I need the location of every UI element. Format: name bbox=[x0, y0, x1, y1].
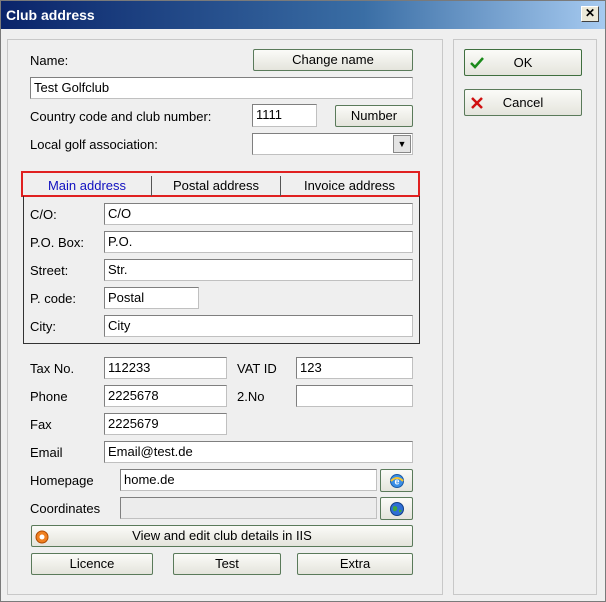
extra-button[interactable]: Extra bbox=[297, 553, 413, 575]
phone-field[interactable]: 2225678 bbox=[104, 385, 227, 407]
svg-text:e: e bbox=[394, 477, 399, 487]
association-label: Local golf association: bbox=[30, 137, 158, 152]
ok-button[interactable]: OK bbox=[464, 49, 582, 76]
map-coordinates-button[interactable] bbox=[380, 497, 413, 520]
coordinates-field bbox=[120, 497, 377, 519]
name-label: Name: bbox=[30, 53, 69, 68]
change-name-button[interactable]: Change name bbox=[253, 49, 413, 71]
tab-postal-address[interactable]: Postal address bbox=[152, 176, 281, 196]
address-tabs: Main address Postal address Invoice addr… bbox=[21, 171, 420, 197]
name-field[interactable]: Test Golfclub bbox=[30, 77, 413, 99]
tab-main-address[interactable]: Main address bbox=[23, 176, 152, 196]
homepage-label: Homepage bbox=[30, 473, 94, 488]
browser-icon: e bbox=[389, 474, 404, 488]
pobox-label: P.O. Box: bbox=[30, 235, 84, 250]
email-label: Email bbox=[30, 445, 63, 460]
email-field[interactable]: Email@test.de bbox=[104, 441, 413, 463]
postal-code-field[interactable]: Postal bbox=[104, 287, 199, 309]
street-field[interactable]: Str. bbox=[104, 259, 413, 281]
country-code-label: Country code and club number: bbox=[30, 109, 212, 124]
view-edit-iis-button[interactable]: View and edit club details in IIS bbox=[31, 525, 413, 547]
vat-id-label: VAT ID bbox=[237, 361, 277, 376]
close-button[interactable]: ✕ bbox=[581, 6, 599, 22]
globe-icon bbox=[389, 502, 404, 516]
title-bar: Club address ✕ bbox=[1, 1, 605, 29]
fax-label: Fax bbox=[30, 417, 52, 432]
test-button[interactable]: Test bbox=[173, 553, 281, 575]
postal-code-label: P. code: bbox=[30, 291, 77, 306]
club-address-dialog: Club address ✕ Name: Change name Test Go… bbox=[0, 0, 606, 602]
action-panel bbox=[453, 39, 597, 595]
open-homepage-button[interactable]: e bbox=[380, 469, 413, 492]
radio-target-icon bbox=[35, 530, 49, 544]
street-label: Street: bbox=[30, 263, 69, 278]
chevron-down-icon[interactable]: ▼ bbox=[393, 135, 411, 153]
coordinates-label: Coordinates bbox=[30, 501, 101, 516]
licence-button[interactable]: Licence bbox=[31, 553, 153, 575]
pobox-field[interactable]: P.O. bbox=[104, 231, 413, 253]
close-icon: ✕ bbox=[584, 6, 596, 20]
homepage-field[interactable]: home.de bbox=[120, 469, 377, 491]
country-code-field[interactable]: 1111 bbox=[252, 104, 317, 127]
phone-label: Phone bbox=[30, 389, 68, 404]
co-label: C/O: bbox=[30, 207, 57, 222]
tax-no-label: Tax No. bbox=[30, 361, 75, 376]
tax-no-field[interactable]: 112233 bbox=[104, 357, 227, 379]
cancel-x-icon bbox=[471, 97, 483, 109]
vat-id-field[interactable]: 123 bbox=[296, 357, 413, 379]
co-field[interactable]: C/O bbox=[104, 203, 413, 225]
checkmark-icon bbox=[470, 57, 484, 69]
second-number-field[interactable] bbox=[296, 385, 413, 407]
number-button[interactable]: Number bbox=[335, 105, 413, 127]
second-number-label: 2.No bbox=[237, 389, 265, 404]
tab-invoice-address[interactable]: Invoice address bbox=[281, 176, 418, 196]
association-select[interactable]: ▼ bbox=[252, 133, 413, 155]
city-field[interactable]: City bbox=[104, 315, 413, 337]
city-label: City: bbox=[30, 319, 56, 334]
cancel-button[interactable]: Cancel bbox=[464, 89, 582, 116]
window-title: Club address bbox=[6, 7, 95, 23]
fax-field[interactable]: 2225679 bbox=[104, 413, 227, 435]
